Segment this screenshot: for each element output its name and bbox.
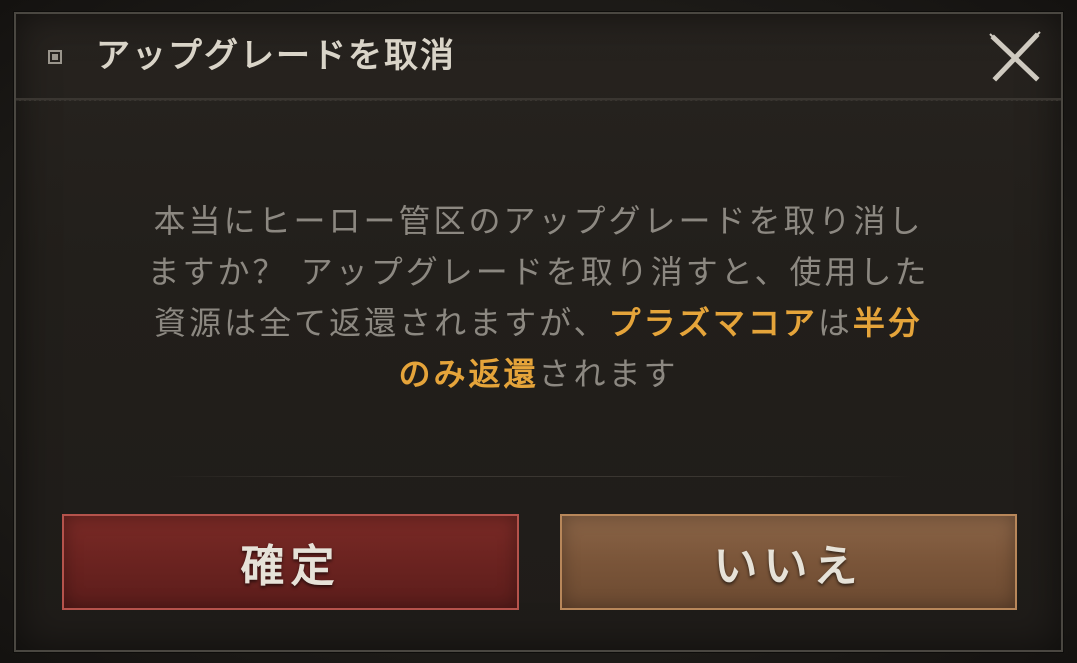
dialog-message: 本当にヒーロー管区のアップグレードを取り消し ますか？ アップグレードを取り消す… [86,196,991,400]
no-button[interactable]: いいえ [560,514,1017,610]
content-divider [166,476,911,477]
close-button[interactable] [986,28,1044,86]
cancel-upgrade-dialog: アップグレードを取消 本当にヒーロー管区のアップグレードを取り消し ますか？ ア… [14,12,1063,652]
message-text: は [817,304,853,342]
dialog-header: アップグレードを取消 [16,14,1061,98]
plasma-core-highlight: プラズマコア [608,304,818,342]
message-line-3: 資源は全て返還されますが、プラズマコアは半分 [86,298,991,349]
message-line-1: 本当にヒーロー管区のアップグレードを取り消し [153,202,924,240]
only-returned-highlight: のみ返還 [398,355,539,393]
no-button-label: いいえ [713,541,864,592]
confirm-button[interactable]: 確定 [62,514,519,610]
message-text: 資源は全て返還されますが、 [154,304,609,342]
title-marker-icon [48,50,62,64]
message-line-2: ますか？ アップグレードを取り消すと、使用した [147,253,930,291]
half-highlight: 半分 [852,304,923,342]
header-divider [16,98,1061,101]
dialog-title: アップグレードを取消 [96,36,456,76]
close-x-icon [989,31,1041,82]
message-text: されます [538,355,679,393]
confirm-button-label: 確定 [240,541,341,592]
message-line-4: のみ返還されます [86,349,991,400]
